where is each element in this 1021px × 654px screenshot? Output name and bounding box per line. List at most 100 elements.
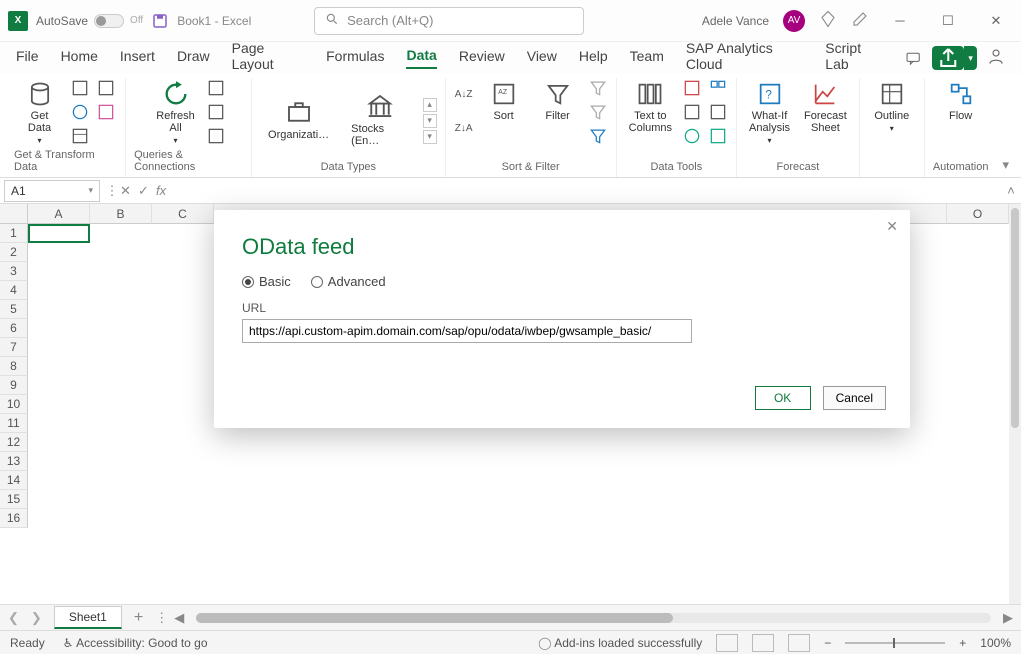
share-button[interactable] — [932, 46, 965, 70]
row-header[interactable]: 2 — [0, 243, 28, 262]
row-header[interactable]: 11 — [0, 414, 28, 433]
active-cell[interactable] — [28, 224, 90, 243]
url-input[interactable] — [242, 319, 692, 343]
radio-basic[interactable]: Basic — [242, 274, 291, 289]
tab-scriptlab[interactable]: Script Lab — [825, 40, 883, 76]
flow-button[interactable]: Flow — [937, 78, 985, 124]
row-header[interactable]: 14 — [0, 471, 28, 490]
sort-za-icon[interactable]: Z↓A — [454, 118, 474, 138]
row-header[interactable]: 3 — [0, 262, 28, 281]
name-box[interactable]: A1 ▾ — [4, 180, 100, 202]
row-header[interactable]: 7 — [0, 338, 28, 357]
tab-view[interactable]: View — [527, 48, 557, 68]
data-model-icon[interactable] — [708, 126, 728, 146]
fx-icon[interactable]: fx — [156, 183, 174, 198]
tab-insert[interactable]: Insert — [120, 48, 155, 68]
datatype-org[interactable]: Organizati… — [260, 97, 337, 141]
page-break-view-icon[interactable] — [788, 634, 810, 652]
save-icon[interactable] — [151, 12, 169, 30]
flash-fill-icon[interactable] — [682, 78, 702, 98]
chevron-down-icon[interactable]: ▾ — [964, 46, 977, 70]
sort-az-icon[interactable]: A↓Z — [454, 84, 474, 104]
data-validation-icon[interactable] — [682, 126, 702, 146]
sheet-tab[interactable]: Sheet1 — [54, 606, 122, 629]
pen-icon[interactable] — [851, 10, 869, 31]
horizontal-scrollbar[interactable] — [196, 613, 991, 623]
row-header[interactable]: 13 — [0, 452, 28, 471]
advanced-filter-icon[interactable] — [588, 126, 608, 146]
tab-help[interactable]: Help — [579, 48, 608, 68]
zoom-slider[interactable] — [845, 642, 945, 644]
vertical-scrollbar[interactable] — [1009, 204, 1021, 604]
ok-button[interactable]: OK — [755, 386, 811, 410]
row-header[interactable]: 9 — [0, 376, 28, 395]
tab-data[interactable]: Data — [406, 47, 436, 69]
row-header[interactable]: 1 — [0, 224, 28, 243]
tab-prev-icon[interactable]: ❮ — [8, 610, 19, 626]
add-sheet-icon[interactable]: + — [134, 609, 143, 627]
accessibility-status[interactable]: ♿︎ Accessibility: Good to go — [63, 636, 208, 650]
row-header[interactable]: 12 — [0, 433, 28, 452]
scrollbar-thumb[interactable] — [196, 613, 673, 623]
tab-formulas[interactable]: Formulas — [326, 48, 384, 68]
col-header[interactable]: C — [152, 204, 214, 224]
collapse-ribbon-icon[interactable]: ˄ — [1001, 183, 1021, 198]
cancel-formula-icon[interactable]: ✕ — [120, 183, 138, 199]
zoom-out-icon[interactable]: − — [824, 636, 831, 650]
formula-input[interactable] — [174, 180, 1001, 202]
tab-file[interactable]: File — [16, 48, 39, 68]
col-header[interactable]: A — [28, 204, 90, 224]
select-all-corner[interactable] — [0, 204, 28, 224]
comments-icon[interactable] — [905, 49, 921, 67]
search-input[interactable]: Search (Alt+Q) — [314, 7, 584, 35]
from-web-icon[interactable] — [70, 102, 90, 122]
text-to-columns-button[interactable]: Text to Columns — [625, 78, 676, 136]
reapply-icon[interactable] — [588, 102, 608, 122]
recent-sources-icon[interactable] — [96, 78, 116, 98]
outline-button[interactable]: Outline ▾ — [868, 78, 916, 135]
tab-review[interactable]: Review — [459, 48, 505, 68]
tab-home[interactable]: Home — [61, 48, 98, 68]
minimize-button[interactable]: ─ — [883, 7, 917, 35]
col-header[interactable]: B — [90, 204, 152, 224]
get-data-button[interactable]: Get Data ▾ — [16, 78, 64, 147]
zoom-in-icon[interactable]: + — [959, 636, 966, 650]
row-header[interactable]: 4 — [0, 281, 28, 300]
close-button[interactable]: ✕ — [979, 7, 1013, 35]
sort-button[interactable]: AZ Sort — [480, 78, 528, 124]
tab-draw[interactable]: Draw — [177, 48, 210, 68]
tab-team[interactable]: Team — [630, 48, 664, 68]
tab-page-layout[interactable]: Page Layout — [232, 40, 305, 76]
whatif-button[interactable]: ? What-If Analysis ▾ — [745, 78, 794, 147]
row-header[interactable]: 15 — [0, 490, 28, 509]
refresh-all-button[interactable]: Refresh All ▾ — [152, 78, 200, 147]
radio-advanced[interactable]: Advanced — [311, 274, 386, 289]
row-header[interactable]: 5 — [0, 300, 28, 319]
dialog-close-button[interactable]: ✕ — [886, 218, 898, 235]
toggle-icon[interactable] — [94, 14, 124, 28]
consolidate-icon[interactable] — [708, 78, 728, 98]
scrollbar-thumb[interactable] — [1011, 208, 1019, 428]
forecast-sheet-button[interactable]: Forecast Sheet — [800, 78, 851, 136]
from-table-icon[interactable] — [70, 126, 90, 146]
queries-icon[interactable] — [206, 78, 226, 98]
ribbon-more-icon[interactable]: ▾ — [996, 153, 1015, 177]
remove-dup-icon[interactable] — [682, 102, 702, 122]
from-text-icon[interactable] — [70, 78, 90, 98]
clear-filter-icon[interactable] — [588, 78, 608, 98]
datatype-scroll[interactable]: ▴▾▾ — [423, 94, 437, 144]
person-icon[interactable] — [987, 47, 1005, 68]
datatype-stocks[interactable]: Stocks (En… — [343, 91, 416, 147]
col-header[interactable]: O — [947, 204, 1009, 224]
scroll-left-icon[interactable]: ◀ — [174, 610, 184, 626]
row-header[interactable]: 8 — [0, 357, 28, 376]
normal-view-icon[interactable] — [716, 634, 738, 652]
edit-links-icon[interactable] — [206, 126, 226, 146]
row-header[interactable]: 10 — [0, 395, 28, 414]
row-header[interactable]: 6 — [0, 319, 28, 338]
filter-button[interactable]: Filter — [534, 78, 582, 124]
enter-formula-icon[interactable]: ✓ — [138, 183, 156, 199]
user-avatar[interactable]: AV — [783, 10, 805, 32]
cancel-button[interactable]: Cancel — [823, 386, 886, 410]
page-layout-view-icon[interactable] — [752, 634, 774, 652]
